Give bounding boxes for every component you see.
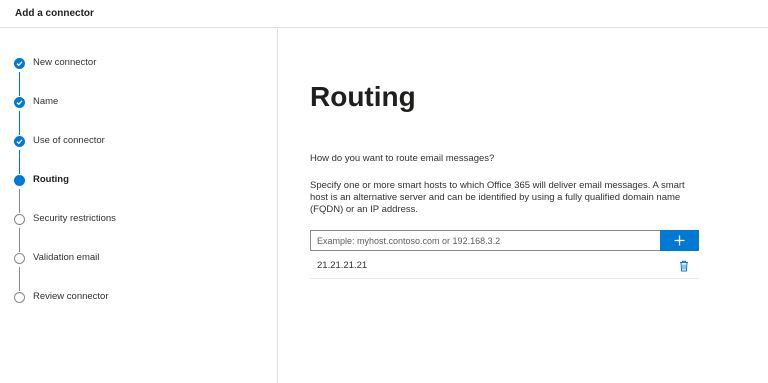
step-connector	[19, 228, 20, 252]
page-title: Routing	[310, 81, 416, 112]
step-label: Use of connector	[33, 135, 105, 146]
plus-icon	[674, 235, 685, 246]
step-label: Name	[33, 96, 59, 107]
step-review-connector[interactable]: Review connector	[0, 289, 270, 309]
checkmark-icon	[14, 136, 25, 147]
step-connector	[19, 189, 20, 213]
step-name[interactable]: Name	[0, 94, 270, 114]
step-label: Security restrictions	[33, 213, 116, 224]
step-connector	[19, 267, 20, 291]
step-use-of-connector[interactable]: Use of connector	[0, 133, 270, 153]
trash-icon[interactable]	[677, 259, 691, 273]
checkmark-icon	[14, 97, 25, 108]
routing-question: How do you want to route email messages?	[310, 153, 495, 164]
current-step-dot-icon	[14, 175, 25, 186]
routing-description: Specify one or more smart hosts to which…	[310, 180, 685, 215]
step-label: Routing	[33, 174, 69, 185]
step-routing[interactable]: Routing	[0, 172, 270, 192]
step-security-restrictions[interactable]: Security restrictions	[0, 211, 270, 231]
checkmark-icon	[14, 58, 25, 69]
panel-title: Add a connector	[15, 8, 94, 19]
host-value: 21.21.21.21	[317, 260, 368, 271]
host-list-row: 21.21.21.21	[310, 255, 699, 279]
pending-circle-icon	[14, 214, 25, 225]
step-new-connector[interactable]: New connector	[0, 55, 270, 75]
step-validation-email[interactable]: Validation email	[0, 250, 270, 270]
pending-circle-icon	[14, 253, 25, 264]
main-content: Routing How do you want to route email m…	[279, 29, 768, 383]
step-label: New connector	[33, 57, 97, 68]
step-connector	[19, 150, 20, 174]
wizard-steps: New connector Name Use of connector Rout…	[0, 29, 278, 383]
step-label: Review connector	[33, 291, 109, 302]
pending-circle-icon	[14, 292, 25, 303]
step-connector	[19, 72, 20, 96]
step-label: Validation email	[33, 252, 100, 263]
smart-host-input[interactable]	[310, 230, 660, 251]
header-bar: Add a connector	[0, 0, 768, 28]
step-connector	[19, 111, 20, 135]
add-host-button[interactable]	[660, 230, 699, 251]
